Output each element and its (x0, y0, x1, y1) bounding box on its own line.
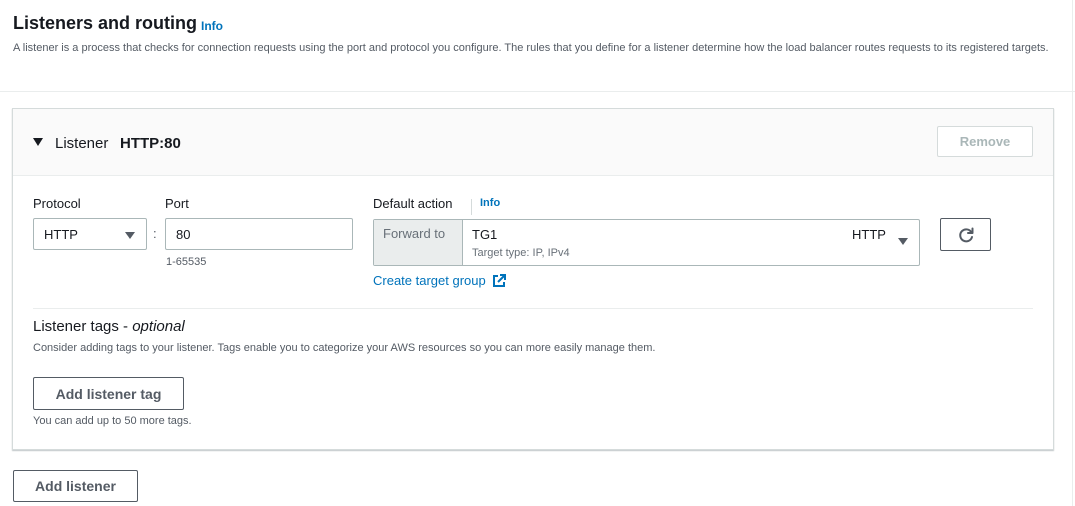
refresh-button[interactable] (940, 218, 991, 251)
scroll-edge (1072, 0, 1073, 506)
triangle-down-icon (898, 238, 908, 245)
forward-to-label: Forward to (374, 220, 463, 265)
port-hint: 1-65535 (166, 256, 207, 268)
listener-tags-title-text: Listener tags - (33, 318, 133, 335)
port-value: 80 (176, 227, 191, 242)
target-group-name: TG1 (472, 227, 498, 242)
remove-button[interactable]: Remove (937, 126, 1033, 157)
protocol-value: HTTP (44, 227, 78, 242)
target-group-type: Target type: IP, IPv4 (472, 247, 570, 259)
listener-panel: Listener HTTP:80 Remove Protocol Port De… (12, 108, 1054, 450)
add-listener-tag-button[interactable]: Add listener tag (33, 377, 184, 410)
default-action-info-link[interactable]: Info (480, 197, 500, 209)
listener-tags-hint: You can add up to 50 more tags. (33, 415, 192, 427)
listener-tags-title: Listener tags - optional (33, 318, 185, 335)
protocol-port-separator: : (153, 226, 157, 241)
target-group-protocol: HTTP (852, 227, 886, 242)
label-separator (471, 199, 472, 215)
listener-tags-description: Consider adding tags to your listener. T… (33, 342, 656, 354)
listener-panel-header[interactable]: Listener HTTP:80 Remove (13, 109, 1053, 176)
external-link-icon (492, 273, 506, 287)
port-input[interactable]: 80 (165, 218, 353, 250)
section-title: Listeners and routing (13, 13, 198, 33)
create-target-group-link[interactable]: Create target group (373, 273, 506, 288)
triangle-down-icon (125, 232, 135, 239)
port-label: Port (165, 196, 189, 211)
section-description: A listener is a process that checks for … (13, 42, 1049, 54)
section-info-link[interactable]: Info (201, 19, 223, 33)
protocol-label: Protocol (33, 196, 81, 211)
default-action-label: Default action (373, 196, 453, 211)
listener-value: HTTP:80 (120, 135, 181, 152)
listener-tags-optional: optional (132, 318, 185, 335)
protocol-select[interactable]: HTTP (33, 218, 147, 250)
section-divider (33, 308, 1033, 309)
default-action-select[interactable]: Forward to TG1 Target type: IP, IPv4 HTT… (373, 219, 920, 266)
refresh-icon (958, 227, 973, 242)
listener-label: Listener (55, 135, 109, 152)
caret-down-icon[interactable] (33, 138, 43, 146)
add-listener-button[interactable]: Add listener (13, 470, 138, 502)
section-header: Listeners and routing Info A listener is… (0, 0, 1075, 92)
create-target-group-label: Create target group (373, 273, 486, 288)
